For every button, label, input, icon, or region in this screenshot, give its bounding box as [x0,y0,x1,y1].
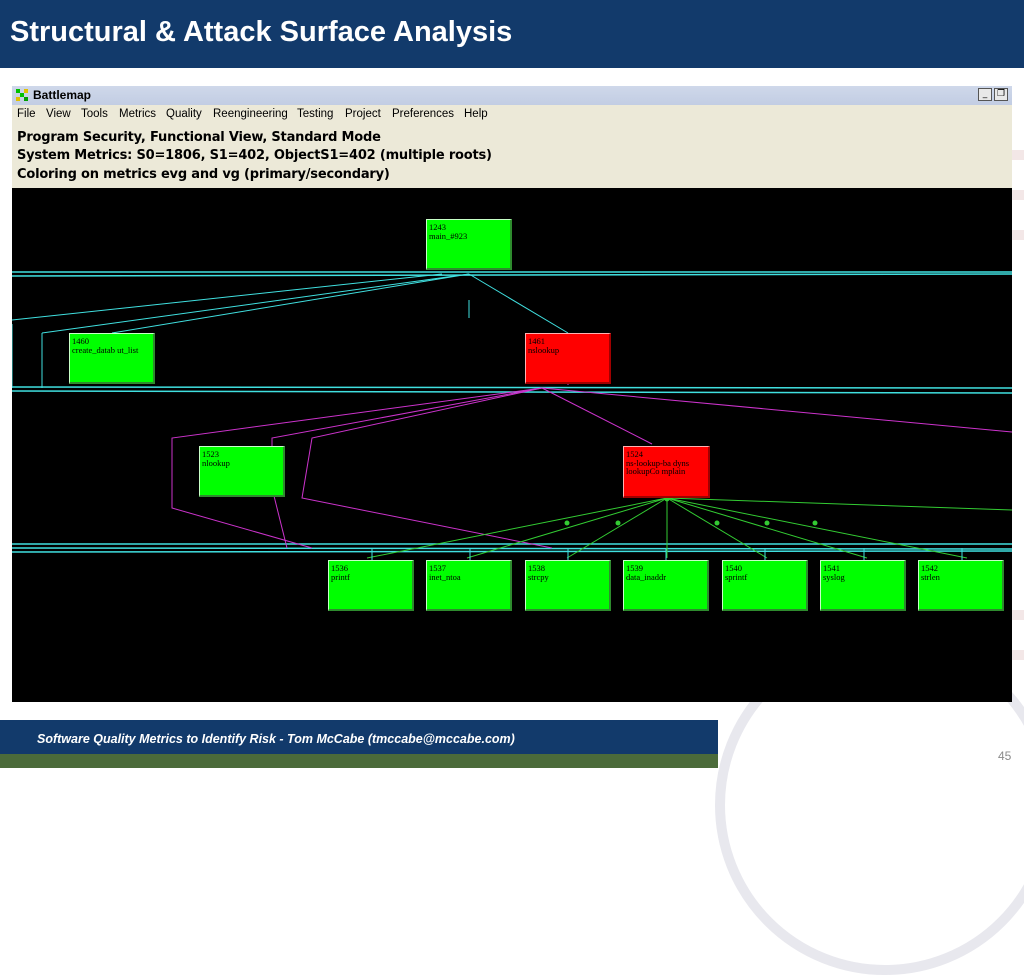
restore-button[interactable]: ❐ [994,88,1008,101]
node-label: create_datab ut_list [72,344,139,355]
menu-testing[interactable]: Testing [297,108,333,120]
node-label: sprintf [725,571,748,582]
menu-project[interactable]: Project [345,108,381,120]
edge-band [12,547,1012,550]
edge-band [12,386,1012,389]
info-coloring-line: Coloring on metrics evg and vg (primary/… [17,167,390,182]
node-1524[interactable]: 1524 ns-lookup-ba dyns lookupCo mplain [623,446,710,498]
footer-strip [0,754,718,768]
slide-title: Structural & Attack Surface Analysis [10,16,513,48]
app-icon [16,89,28,101]
node-label: main_#923 [429,230,468,241]
battlemap-window: Battlemap _ ❐ File View Tools Metrics Qu… [12,86,1012,702]
edge [12,273,443,321]
node-label: inet_ntoa [429,571,461,582]
info-panel: Program Security, Functional View, Stand… [12,125,1012,188]
edge-marker [714,520,720,526]
battlemap-canvas[interactable]: 1243 main_#923 1460 create_datab ut_list… [12,188,1012,702]
edge [541,387,1012,433]
menu-view[interactable]: View [46,108,71,120]
menu-help[interactable]: Help [464,108,488,120]
node-1537[interactable]: 1537 inet_ntoa [426,560,512,611]
node-label: ns-lookup-ba dyns lookupCo mplain [626,457,690,476]
edge [271,387,543,549]
node-1460[interactable]: 1460 create_datab ut_list [69,333,155,384]
info-metrics-line: System Metrics: S0=1806, S1=402, ObjectS… [17,148,492,163]
node-label: strlen [921,571,940,582]
node-1243[interactable]: 1243 main_#923 [426,219,512,270]
node-1538[interactable]: 1538 strcpy [525,560,611,611]
edge [41,273,470,334]
node-1536[interactable]: 1536 printf [328,560,414,611]
node-label: nslookup [528,344,560,355]
node-1542[interactable]: 1542 strlen [918,560,1004,611]
node-1540[interactable]: 1540 sprintf [722,560,808,611]
edge-band [12,550,1012,553]
edge-marker [812,520,818,526]
node-label: strcpy [528,571,549,582]
page-number: 45 [998,749,1012,763]
info-mode-line: Program Security, Functional View, Stand… [17,130,381,145]
window-title: Battlemap [33,88,92,102]
menu-reengineering[interactable]: Reengineering [213,108,288,120]
edge-marker [564,520,570,526]
menu-tools[interactable]: Tools [81,108,108,120]
minimize-button[interactable]: _ [978,88,992,101]
call-graph-edges [12,271,1012,560]
edge-band [12,273,1012,277]
window-titlebar[interactable]: Battlemap _ ❐ [12,86,1012,105]
node-1461[interactable]: 1461 nslookup [525,333,611,384]
menubar: File View Tools Metrics Quality Reengine… [12,105,1012,125]
edge [468,273,569,334]
node-label: syslog [823,571,845,582]
menu-file[interactable]: File [17,108,36,120]
node-label: nlookup [202,457,230,468]
edge-marker [764,520,770,526]
node-1539[interactable]: 1539 data_inaddr [623,560,709,611]
node-1523[interactable]: 1523 nlookup [199,446,285,497]
node-1541[interactable]: 1541 syslog [820,560,906,611]
edge-marker [615,520,621,526]
footer-text: Software Quality Metrics to Identify Ris… [37,732,515,746]
node-label: printf [331,571,350,582]
menu-quality[interactable]: Quality [166,108,202,120]
menu-metrics[interactable]: Metrics [119,108,156,120]
menu-preferences[interactable]: Preferences [392,108,454,120]
edge [301,387,553,549]
node-label: data_inaddr [626,571,667,582]
slide-header: Structural & Attack Surface Analysis [0,0,1024,68]
